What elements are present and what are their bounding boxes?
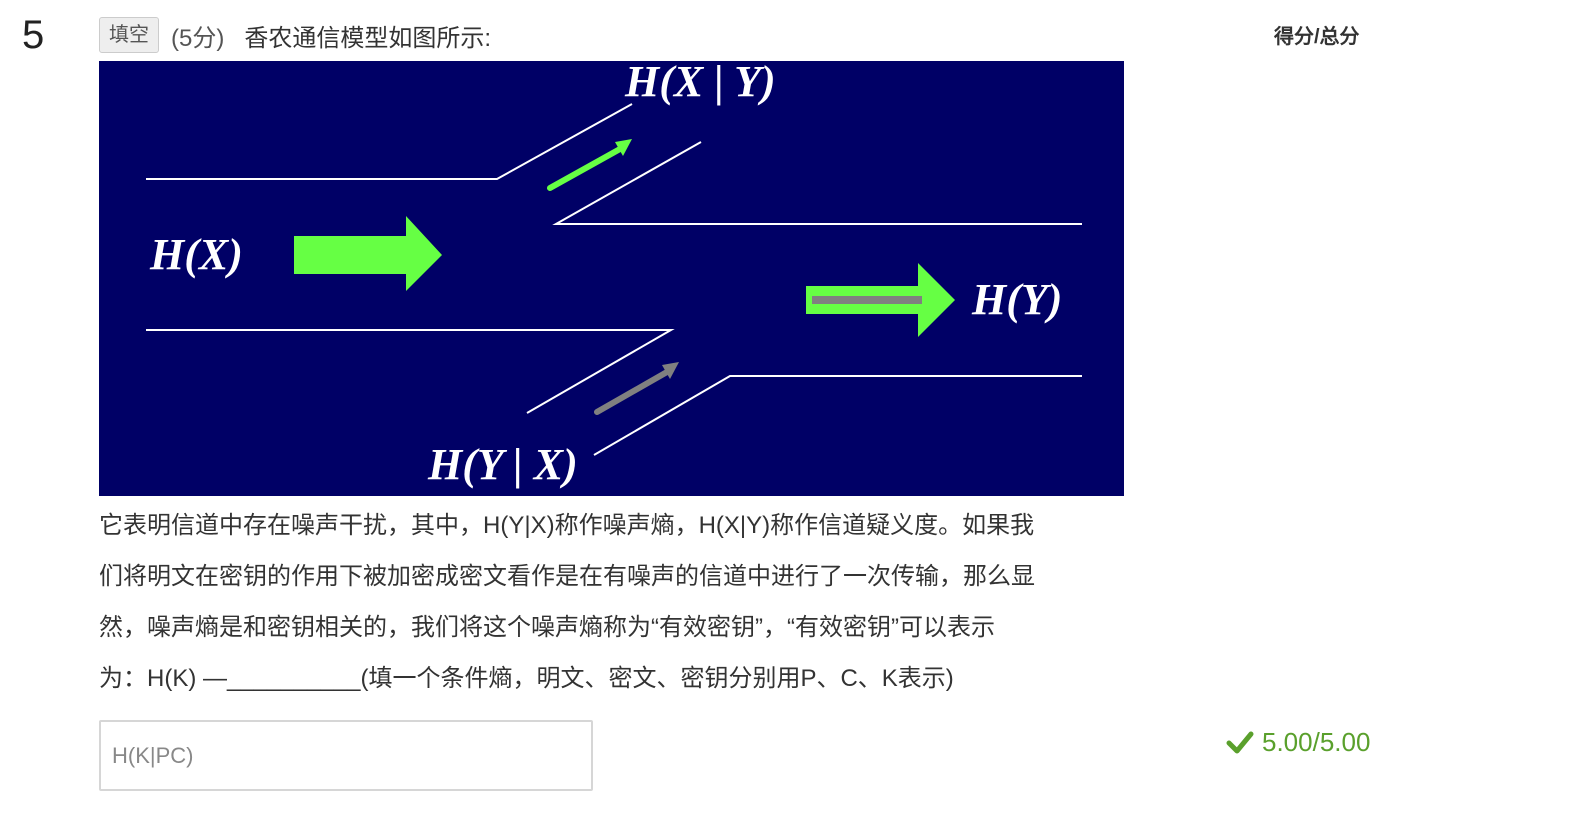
question-type-badge: 填空 [99, 17, 159, 53]
label-hy: H(Y) [971, 275, 1062, 324]
channel-upper-left-line [146, 103, 633, 180]
shannon-model-figure: H(X) H(Y) H(X | Y) H(Y | X) [99, 61, 1124, 496]
check-icon [1226, 731, 1254, 754]
label-hxy: H(X | Y) [624, 61, 776, 106]
equivocation-arrow-shaft [547, 146, 623, 191]
answer-field[interactable]: H(K|PC) [99, 720, 593, 791]
output-arrow-gray-bar [812, 296, 922, 304]
question-body-line: 为：H(K) —__________(填一个条件熵，明文、密文、密钥分别用P、C… [99, 665, 954, 692]
score-header: 得分/总分 [1274, 26, 1360, 48]
result-score-text: 5.00/5.00 [1262, 726, 1371, 757]
input-arrow-icon [294, 216, 442, 291]
label-hx: H(X) [149, 230, 243, 279]
question-body: 它表明信道中存在噪声干扰，其中，H(Y|X)称作噪声熵，H(X|Y)称作信道疑义… [99, 500, 1189, 704]
shannon-model-diagram: H(X) H(Y) H(X | Y) H(Y | X) [146, 61, 1082, 489]
channel-lower-left-line [146, 329, 675, 414]
question-number: 5 [22, 13, 45, 57]
channel-lower-right-line [593, 375, 1082, 456]
question-body-line: 们将明文在密钥的作用下被加密成密文看作是在有噪声的信道中进行了一次传输，那么显 [99, 563, 1035, 590]
noise-arrow-shaft [594, 369, 670, 415]
result-score: 5.00/5.00 [1226, 722, 1370, 762]
label-hyx: H(Y | X) [427, 440, 578, 489]
question-points: (5分) [171, 24, 225, 52]
question-body-line: 然，噪声熵是和密钥相关的，我们将这个噪声熵称为“有效密钥”，“有效密钥”可以表示 [99, 614, 995, 641]
question-body-line: 它表明信道中存在噪声干扰，其中，H(Y|X)称作噪声熵，H(X|Y)称作信道疑义… [99, 512, 1035, 539]
channel-upper-right-line [552, 141, 1082, 225]
question-title: 香农通信模型如图所示: [244, 24, 492, 52]
question-header: 填空 (5分) 香农通信模型如图所示: [99, 16, 491, 54]
